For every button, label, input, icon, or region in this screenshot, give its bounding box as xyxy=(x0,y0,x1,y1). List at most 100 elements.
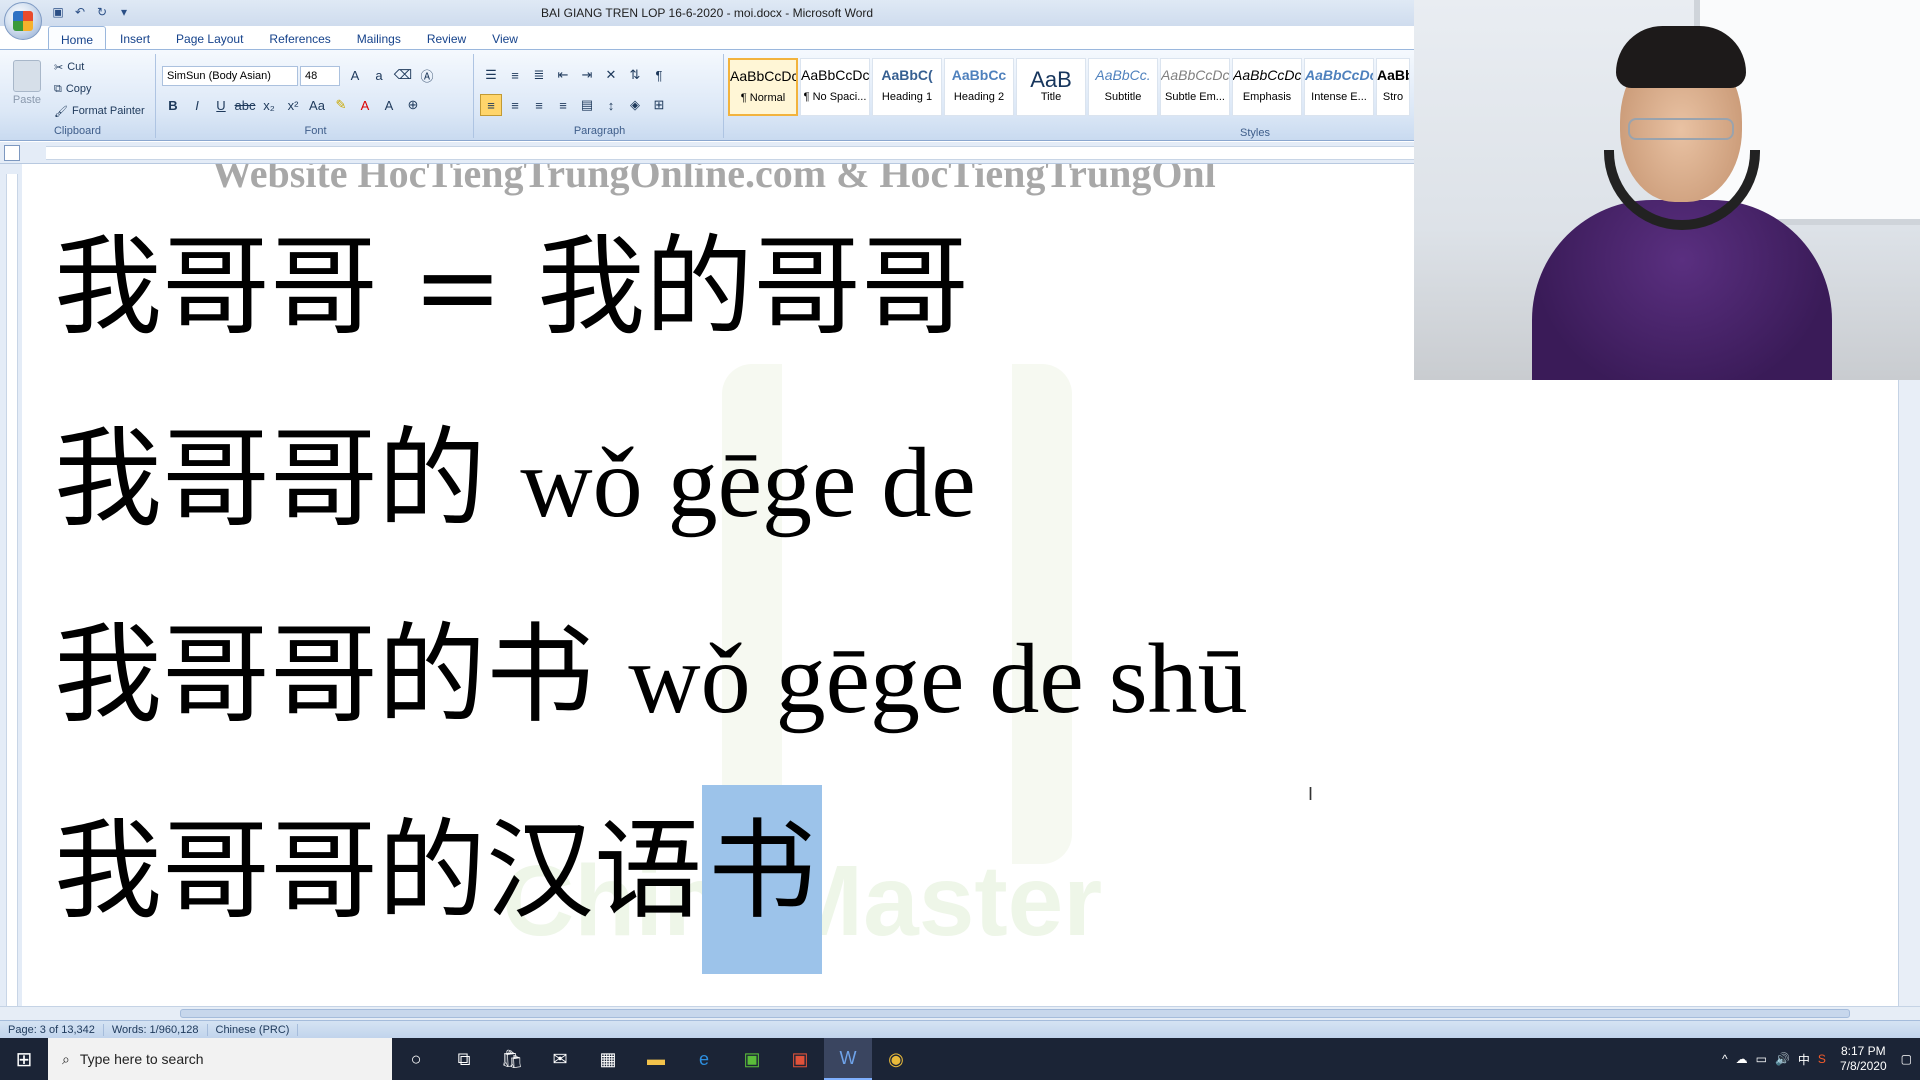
bullets-icon[interactable]: ☰ xyxy=(480,64,502,86)
tab-insert[interactable]: Insert xyxy=(108,26,162,50)
justify-icon[interactable]: ≡ xyxy=(552,94,574,116)
distributed-icon[interactable]: ▤ xyxy=(576,94,598,116)
font-color-icon[interactable]: A xyxy=(354,94,376,116)
tab-view[interactable]: View xyxy=(480,26,530,50)
tab-home[interactable]: Home xyxy=(48,26,107,50)
scissors-icon: ✂ xyxy=(54,61,64,74)
tab-references[interactable]: References xyxy=(257,26,342,50)
camtasia-icon[interactable]: ▣ xyxy=(728,1038,776,1080)
sort-icon[interactable]: ⇅ xyxy=(624,64,646,86)
tab-mailings[interactable]: Mailings xyxy=(345,26,413,50)
paragraph-row-2: ≡ ≡ ≡ ≡ ▤ ↕ ◈ ⊞ xyxy=(480,94,670,116)
horizontal-scrollbar[interactable] xyxy=(0,1006,1920,1020)
horizontal-scroll-thumb[interactable] xyxy=(180,1009,1850,1018)
word-icon[interactable]: W xyxy=(824,1038,872,1080)
multilevel-list-icon[interactable]: ≣ xyxy=(528,64,550,86)
line2-pinyin: wǒ gēge de xyxy=(520,427,976,538)
vertical-scrollbar[interactable] xyxy=(1898,380,1920,1006)
text-cursor-icon: I xyxy=(1308,784,1314,804)
chrome-icon[interactable]: ◉ xyxy=(872,1038,920,1080)
shrink-font-icon[interactable]: a xyxy=(368,64,390,86)
highlight-icon[interactable]: ✎ xyxy=(330,94,352,116)
copy-button[interactable]: ⧉ Copy xyxy=(50,78,149,100)
page-count[interactable]: Page: 3 of 13,342 xyxy=(0,1023,104,1036)
taskbar: ⊞ ⌕ Type here to search ○ ⧉ 🛍 ✉ ▦ ▬ e ▣ … xyxy=(0,1038,1920,1080)
font-name-dropdown[interactable]: SimSun (Body Asian) xyxy=(162,66,298,86)
clipboard-icon xyxy=(13,60,41,92)
notifications-icon[interactable]: ▢ xyxy=(1901,1052,1912,1066)
character-border-icon[interactable]: Ⓐ xyxy=(416,64,438,86)
cloud-icon[interactable]: ☁ xyxy=(1736,1052,1748,1066)
ruler-scale[interactable] xyxy=(46,146,1414,160)
tab-review[interactable]: Review xyxy=(415,26,478,50)
style-title[interactable]: AaB Title xyxy=(1016,58,1086,116)
line-spacing-icon[interactable]: ↕ xyxy=(600,94,622,116)
shading-icon[interactable]: ◈ xyxy=(624,94,646,116)
style-emphasis[interactable]: AaBbCcDc Emphasis xyxy=(1232,58,1302,116)
network-icon[interactable]: ▭ xyxy=(1756,1052,1767,1066)
style-subtitle[interactable]: AaBbCc. Subtitle xyxy=(1088,58,1158,116)
sogou-icon[interactable]: S xyxy=(1818,1052,1826,1066)
bold-icon[interactable]: B xyxy=(162,94,184,116)
align-right-icon[interactable]: ≡ xyxy=(528,94,550,116)
window-title: BAI GIANG TREN LOP 16-6-2020 - moi.docx … xyxy=(540,6,874,20)
style-heading-1[interactable]: AaBbC(Heading 1 xyxy=(872,58,942,116)
font-size-dropdown[interactable]: 48 xyxy=(300,66,340,86)
webcam-overlay xyxy=(1414,0,1920,380)
clock[interactable]: 8:17 PM 7/8/2020 xyxy=(1834,1044,1893,1074)
line1-text: 我哥哥 = 我的哥哥 xyxy=(54,225,970,350)
clear-formatting-icon[interactable]: ⌫ xyxy=(392,64,414,86)
edge-icon[interactable]: e xyxy=(680,1038,728,1080)
copy-icon: ⧉ xyxy=(54,82,62,95)
file-explorer-icon[interactable]: ▬ xyxy=(632,1038,680,1080)
brush-icon: 🖌 xyxy=(54,105,68,118)
tab-page-layout[interactable]: Page Layout xyxy=(164,26,255,50)
windows-start-icon[interactable]: ⊞ xyxy=(0,1038,48,1080)
app-icon[interactable]: ▦ xyxy=(584,1038,632,1080)
subscript-icon[interactable]: x₂ xyxy=(258,94,280,116)
task-view-icon[interactable]: ⧉ xyxy=(440,1038,488,1080)
change-case-icon[interactable]: Aa xyxy=(306,94,328,116)
volume-icon[interactable]: 🔊 xyxy=(1775,1052,1790,1066)
numbering-icon[interactable]: ≡ xyxy=(504,64,526,86)
cut-button[interactable]: ✂ Cut xyxy=(50,56,149,78)
style-normal[interactable]: AaBbCcDc ¶ Normal xyxy=(728,58,798,116)
styles-group-label: Styles xyxy=(1240,127,1270,139)
style-subtle-emphasis[interactable]: AaBbCcDc Subtle Em... xyxy=(1160,58,1230,116)
italic-icon[interactable]: I xyxy=(186,94,208,116)
status-bar: Page: 3 of 13,342 Words: 1/960,128 Chine… xyxy=(0,1020,1920,1038)
document-line-2: 我哥哥的 wǒ gēge de xyxy=(54,426,976,534)
mail-icon[interactable]: ✉ xyxy=(536,1038,584,1080)
ime-indicator[interactable]: 中 xyxy=(1798,1051,1810,1068)
taskbar-search[interactable]: ⌕ Type here to search xyxy=(48,1038,392,1080)
tab-selector-icon[interactable] xyxy=(4,145,20,161)
show-hidden-icons-icon[interactable]: ^ xyxy=(1722,1052,1728,1066)
paste-button[interactable]: Paste xyxy=(8,58,46,114)
borders-icon[interactable]: ⊞ xyxy=(648,94,670,116)
cortana-icon[interactable]: ○ xyxy=(392,1038,440,1080)
store-icon[interactable]: 🛍 xyxy=(488,1038,536,1080)
show-hide-icon[interactable]: ¶ xyxy=(648,64,670,86)
style-no-spacing[interactable]: AaBbCcDc ¶ No Spaci... xyxy=(800,58,870,116)
recorder-icon[interactable]: ▣ xyxy=(776,1038,824,1080)
decrease-indent-icon[interactable]: ⇤ xyxy=(552,64,574,86)
style-strong[interactable]: AaBbStro xyxy=(1376,58,1410,116)
asian-layout-icon[interactable]: ✕ xyxy=(600,64,622,86)
office-button[interactable] xyxy=(4,2,42,40)
superscript-icon[interactable]: x² xyxy=(282,94,304,116)
grow-font-icon[interactable]: A xyxy=(344,64,366,86)
format-painter-button[interactable]: 🖌 Format Painter xyxy=(50,100,149,122)
style-heading-2[interactable]: AaBbCc Heading 2 xyxy=(944,58,1014,116)
horizontal-ruler xyxy=(0,142,1414,164)
selected-text[interactable]: 书 xyxy=(702,785,823,974)
style-intense-emphasis[interactable]: AaBbCcDc Intense E... xyxy=(1304,58,1374,116)
word-count[interactable]: Words: 1/960,128 xyxy=(104,1023,208,1036)
increase-indent-icon[interactable]: ⇥ xyxy=(576,64,598,86)
enclose-characters-icon[interactable]: ⊕ xyxy=(402,94,424,116)
strikethrough-icon[interactable]: abc xyxy=(234,94,256,116)
language-indicator[interactable]: Chinese (PRC) xyxy=(208,1023,299,1036)
underline-icon[interactable]: U xyxy=(210,94,232,116)
character-shading-icon[interactable]: A xyxy=(378,94,400,116)
align-center-icon[interactable]: ≡ xyxy=(504,94,526,116)
align-left-icon[interactable]: ≡ xyxy=(480,94,502,116)
